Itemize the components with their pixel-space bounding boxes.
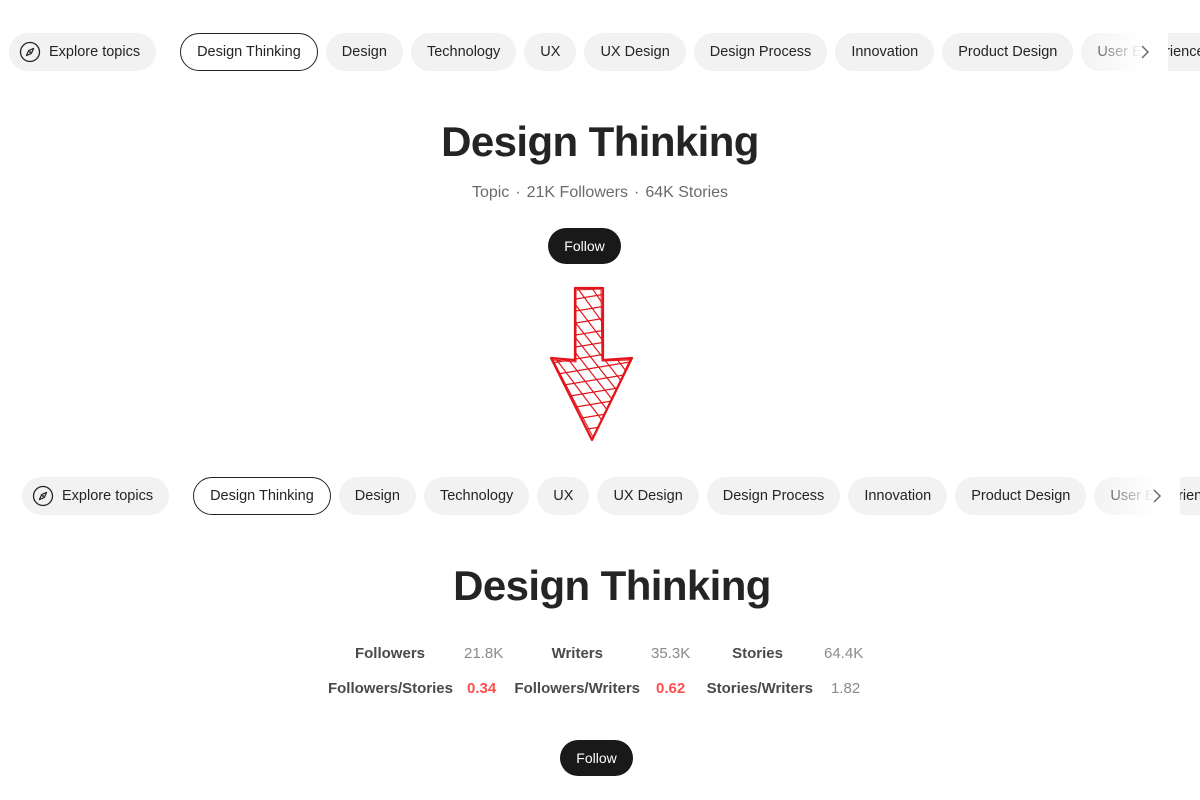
topic-pill-technology[interactable]: Technology	[410, 33, 517, 71]
topic-type-label: Topic	[471, 184, 510, 201]
topics-bar-bottom: Explore topics Design Thinking Design Te…	[22, 477, 1200, 515]
separator: ·	[634, 184, 640, 201]
topic-pill-design-process[interactable]: Design Process	[706, 477, 841, 515]
topic-pill-innovation[interactable]: Innovation	[835, 33, 935, 71]
topics-bar-top: Explore topics Design Thinking Design Te…	[9, 33, 1200, 71]
explore-topics-button[interactable]: Explore topics	[22, 477, 170, 515]
compass-icon	[32, 485, 54, 507]
stat-label-stories-writers: Stories/Writers	[706, 680, 813, 697]
topic-pill-design[interactable]: Design	[325, 33, 403, 71]
down-arrow-icon	[549, 286, 634, 442]
topic-pill-innovation[interactable]: Innovation	[848, 477, 948, 515]
topic-pill-ux-design[interactable]: UX Design	[584, 33, 686, 71]
stat-label-followers-writers: Followers/Writers	[514, 680, 640, 697]
stat-label-followers-stories: Followers/Stories	[327, 680, 453, 697]
followers-count: 21K Followers	[526, 184, 628, 201]
follow-button-top[interactable]: Follow	[548, 228, 621, 264]
page-title-top: Design Thinking	[441, 118, 759, 165]
separator: ·	[515, 184, 521, 201]
topic-pill-product-design[interactable]: Product Design	[942, 33, 1074, 71]
page-title-bottom: Design Thinking	[453, 562, 771, 609]
topic-pill-design-thinking[interactable]: Design Thinking	[180, 33, 318, 71]
topic-meta-top: Topic · 21K Followers · 64K Stories	[0, 184, 1200, 202]
follow-button-bottom[interactable]: Follow	[560, 740, 633, 776]
stat-value-stories-writers: 1.82	[831, 680, 861, 697]
topic-pill-design[interactable]: Design	[338, 477, 416, 515]
stat-label-followers: Followers	[354, 645, 425, 662]
stat-label-writers: Writers	[551, 645, 603, 662]
explore-topics-label: Explore topics	[49, 44, 141, 60]
stat-label-stories: Stories	[732, 645, 783, 662]
stat-value-stories: 64.4K	[824, 645, 864, 662]
topic-pill-ux[interactable]: UX	[524, 33, 577, 71]
explore-topics-button[interactable]: Explore topics	[9, 33, 157, 71]
topic-pill-product-design[interactable]: Product Design	[955, 477, 1087, 515]
topic-pill-technology[interactable]: Technology	[423, 477, 530, 515]
topic-pill-design-process[interactable]: Design Process	[693, 33, 828, 71]
chevron-right-icon[interactable]	[1148, 477, 1166, 515]
stories-count: 64K Stories	[645, 184, 729, 201]
chevron-right-icon[interactable]	[1136, 33, 1154, 71]
compass-icon	[19, 41, 41, 63]
topic-pill-design-thinking[interactable]: Design Thinking	[193, 477, 331, 515]
explore-topics-label: Explore topics	[62, 488, 154, 504]
topic-pill-ux[interactable]: UX	[537, 477, 590, 515]
topic-pill-ux-design[interactable]: UX Design	[597, 477, 699, 515]
